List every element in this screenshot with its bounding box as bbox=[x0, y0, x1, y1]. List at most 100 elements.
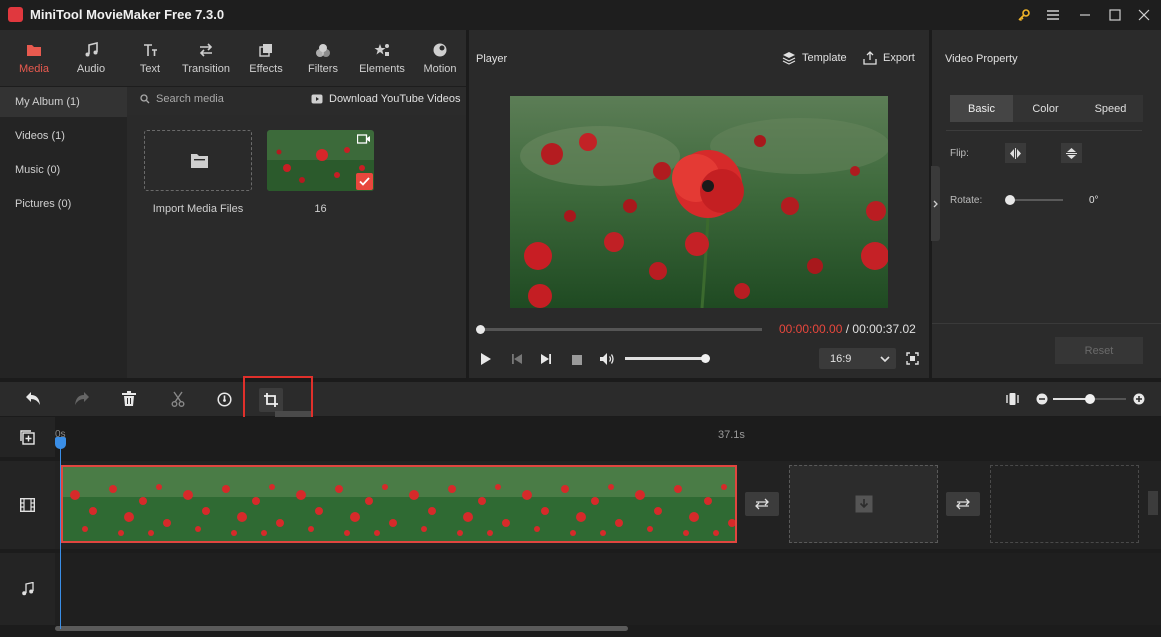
effects-icon bbox=[259, 44, 272, 57]
tab-elements[interactable]: Elements bbox=[354, 30, 410, 87]
add-track-icon[interactable] bbox=[20, 429, 35, 445]
collapse-panel-handle[interactable] bbox=[931, 166, 940, 241]
tab-audio[interactable]: Audio bbox=[64, 30, 118, 87]
current-time: 00:00:00.00 bbox=[779, 322, 843, 336]
video-clip[interactable] bbox=[61, 465, 737, 543]
empty-clip-slot-1[interactable] bbox=[789, 465, 938, 543]
media-search-bar: Search media Download YouTube Videos bbox=[127, 87, 466, 115]
skip-back-icon bbox=[512, 354, 522, 364]
import-media-button[interactable] bbox=[144, 130, 252, 191]
crop-button[interactable] bbox=[259, 388, 283, 412]
rotate-slider-handle[interactable] bbox=[1005, 195, 1015, 205]
speed-button[interactable] bbox=[217, 392, 232, 410]
time-separator: / bbox=[842, 322, 853, 336]
export-label: Export bbox=[883, 52, 915, 64]
zoom-out-button[interactable] bbox=[1036, 393, 1048, 408]
empty-clip-slot-2[interactable] bbox=[990, 465, 1139, 543]
speaker-icon bbox=[600, 353, 614, 365]
player-title: Player bbox=[476, 53, 508, 65]
timeline-ruler[interactable] bbox=[55, 417, 1161, 457]
stop-icon bbox=[572, 355, 582, 365]
music-note-icon bbox=[85, 42, 98, 57]
flip-horizontal-button[interactable] bbox=[1005, 143, 1026, 163]
volume-slider-handle[interactable] bbox=[700, 354, 710, 363]
tab-audio-label: Audio bbox=[76, 63, 106, 75]
add-track-header bbox=[0, 417, 55, 457]
timeline-horizontal-scrollbar[interactable] bbox=[55, 626, 628, 631]
fit-timeline-button[interactable] bbox=[1006, 392, 1019, 409]
audio-track[interactable] bbox=[55, 553, 1161, 625]
audio-track-header bbox=[0, 553, 55, 625]
sidebar-item-music[interactable]: Music (0) bbox=[0, 155, 127, 185]
tab-transition[interactable]: Transition bbox=[180, 30, 232, 87]
zoom-slider-handle[interactable] bbox=[1084, 394, 1095, 404]
next-frame-button[interactable] bbox=[540, 353, 552, 368]
download-youtube-button[interactable]: Download YouTube Videos bbox=[311, 93, 461, 105]
motion-icon bbox=[433, 43, 447, 57]
tab-filters[interactable]: Filters bbox=[296, 30, 350, 87]
folder-icon bbox=[191, 154, 208, 168]
delete-button[interactable] bbox=[122, 391, 136, 409]
drop-media-icon bbox=[855, 495, 872, 513]
transition-slot-1[interactable] bbox=[745, 492, 779, 516]
tab-motion-label: Motion bbox=[423, 63, 457, 75]
tab-motion[interactable]: Motion bbox=[414, 30, 466, 87]
key-icon[interactable] bbox=[1013, 4, 1035, 26]
template-button[interactable]: Template bbox=[782, 51, 847, 65]
track-scroll-edge[interactable] bbox=[1148, 491, 1158, 515]
stop-button[interactable] bbox=[572, 354, 582, 368]
chevron-right-icon bbox=[933, 200, 938, 207]
speedometer-icon bbox=[217, 392, 232, 407]
sidebar-item-pictures[interactable]: Pictures (0) bbox=[0, 189, 127, 219]
layers-icon bbox=[782, 52, 796, 65]
playback-progress-handle[interactable] bbox=[476, 325, 485, 334]
chevron-down-icon bbox=[880, 355, 890, 362]
tab-speed[interactable]: Speed bbox=[1078, 95, 1143, 122]
playhead-handle[interactable] bbox=[55, 437, 66, 449]
menu-icon[interactable] bbox=[1042, 4, 1064, 26]
maximize-icon[interactable] bbox=[1104, 4, 1126, 26]
redo-button[interactable] bbox=[73, 391, 90, 409]
reset-divider bbox=[932, 323, 1161, 324]
flip-vertical-icon bbox=[1066, 147, 1077, 159]
tab-media-label: Media bbox=[19, 63, 49, 75]
rotate-slider-track[interactable] bbox=[1010, 199, 1063, 201]
video-track-header bbox=[0, 461, 55, 549]
tab-media[interactable]: Media bbox=[8, 30, 60, 87]
search-media-input[interactable]: Search media bbox=[140, 93, 224, 105]
elements-icon bbox=[374, 44, 389, 56]
previous-frame-button[interactable] bbox=[511, 353, 523, 368]
aspect-ratio-select[interactable]: 16:9 bbox=[819, 348, 896, 369]
flip-vertical-button[interactable] bbox=[1061, 143, 1082, 163]
import-media-label: Import Media Files bbox=[152, 203, 244, 215]
transition-slot-2[interactable] bbox=[946, 492, 980, 516]
crop-icon bbox=[264, 393, 278, 407]
export-button[interactable]: Export bbox=[863, 51, 915, 65]
tab-filters-label: Filters bbox=[308, 63, 338, 75]
fullscreen-button[interactable] bbox=[906, 352, 919, 368]
close-icon[interactable] bbox=[1133, 4, 1155, 26]
zoom-in-button[interactable] bbox=[1133, 393, 1145, 408]
search-icon bbox=[140, 94, 150, 104]
transition-icon bbox=[199, 43, 213, 57]
play-button[interactable] bbox=[480, 352, 492, 369]
template-label: Template bbox=[802, 52, 847, 64]
media-clip-thumbnail[interactable] bbox=[267, 130, 374, 191]
playback-progress-track[interactable] bbox=[480, 328, 762, 331]
minimize-icon[interactable] bbox=[1074, 4, 1096, 26]
sidebar-item-my-album[interactable]: My Album (1) bbox=[0, 87, 127, 117]
split-button[interactable] bbox=[171, 391, 185, 410]
tab-effects[interactable]: Effects bbox=[238, 30, 294, 87]
tab-effects-label: Effects bbox=[249, 63, 283, 75]
tabs-divider bbox=[946, 130, 1142, 131]
reset-button[interactable]: Reset bbox=[1055, 337, 1143, 364]
sidebar-item-videos[interactable]: Videos (1) bbox=[0, 121, 127, 151]
volume-button[interactable] bbox=[599, 352, 615, 369]
tab-basic[interactable]: Basic bbox=[950, 95, 1013, 122]
playhead-line[interactable] bbox=[60, 440, 61, 629]
tab-color[interactable]: Color bbox=[1013, 95, 1078, 122]
fullscreen-icon bbox=[906, 352, 919, 365]
undo-button[interactable] bbox=[25, 391, 42, 409]
clip-filmstrip-image bbox=[63, 467, 735, 541]
tab-text[interactable]: Text bbox=[122, 30, 178, 87]
